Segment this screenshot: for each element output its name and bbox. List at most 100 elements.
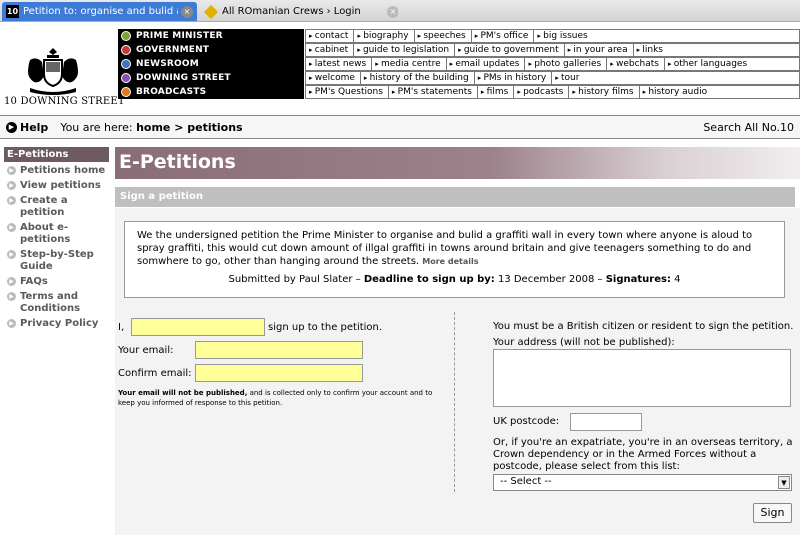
nav-link[interactable]: welcome [305,72,360,84]
name-input[interactable] [131,318,265,336]
address-textarea[interactable] [493,349,791,407]
breadcrumb: You are here: home > petitions [60,120,243,134]
nav-link[interactable]: history of the building [359,72,474,84]
search-all-link[interactable]: Search All No.10 [703,121,794,134]
arrow-bullet-icon: ▶ [7,196,16,205]
breadcrumb-current: petitions [187,120,243,134]
email-label: Your email: [118,345,174,356]
nav-link[interactable]: contact [305,30,353,42]
sidebar: E-Petitions ▶ Petitions home ▶ View petitio… [4,147,109,330]
nav-link[interactable]: podcasts [513,86,568,98]
nav-link[interactable]: guide to legislation [353,44,454,56]
play-icon: ▶ [6,121,17,133]
confirm-email-field[interactable] [195,364,363,382]
form-divider [454,312,455,492]
nav-link[interactable]: PM's office [470,30,534,42]
signup-text: sign up to the petition. [268,322,383,333]
nav-link[interactable]: email updates [445,58,525,70]
nav-row: PRIME MINISTERcontactbiographyspeechesPM… [118,29,800,43]
section-bullet-icon [121,45,131,55]
nav-row: NEWSROOMlatest newsmedia centreemail upd… [118,57,800,71]
section-bullet-icon [121,73,131,83]
nav-section-prime-minister[interactable]: PRIME MINISTER [118,29,304,43]
nav-link[interactable]: links [632,44,668,56]
sidebar-item[interactable]: ▶ Step-by-Step Guide [4,249,109,273]
close-icon[interactable]: × [387,5,398,18]
section-title: Sign a petition [115,187,795,207]
sidebar-item[interactable]: ▶ FAQs [4,276,109,288]
arrow-bullet-icon: ▶ [7,166,16,175]
more-details-link[interactable]: More details [422,257,478,266]
section-bullet-icon [121,59,131,69]
sidebar-item[interactable]: ▶ Terms and Conditions [4,291,109,315]
email-field[interactable] [195,341,363,359]
sidebar-item[interactable]: ▶ About e-petitions [4,222,109,246]
close-icon[interactable]: × [181,5,193,18]
nav-link[interactable]: tour [551,72,584,84]
nav-section-broadcasts[interactable]: BROADCASTS [118,85,304,99]
yellow-diamond-icon [203,4,219,19]
utility-bar: ▶ Help You are here: home > petitions Sea… [0,115,800,139]
petition-box: We the undersigned petition the Prime Mi… [124,221,785,298]
sidebar-item[interactable]: ▶ Petitions home [4,165,109,177]
petition-content: We the undersigned petition the Prime Mi… [115,208,800,535]
expat-note: Or, if you're an expatriate, you're in a… [493,437,793,472]
citizen-note: You must be a British citizen or residen… [493,321,794,332]
nav-links: PM's QuestionsPM's statementsfilmspodcas… [305,85,800,99]
petition-meta: Submitted by Paul Slater – Deadline to s… [228,274,681,285]
postcode-input[interactable] [570,413,642,431]
nav-section-newsroom[interactable]: NEWSROOM [118,57,304,71]
i-label: I, [118,322,125,333]
nav-link[interactable]: films [476,86,513,98]
tab-title: Petition to: organise and bulid a gr... [23,6,178,17]
nav-link[interactable]: PMs in history [473,72,552,84]
browser-tab-bar: 10 Petition to: organise and bulid a gr.… [0,0,800,22]
arrow-bullet-icon: ▶ [7,292,16,301]
sidebar-item[interactable]: ▶ Privacy Policy [4,318,109,330]
arrow-bullet-icon: ▶ [7,223,16,232]
help-link[interactable]: ▶ Help [6,121,48,134]
section-bullet-icon [121,87,131,97]
tab-romanian-crews[interactable]: All ROmanian Crews › Login × [200,2,398,21]
breadcrumb-home[interactable]: home [136,121,170,134]
sign-button[interactable]: Sign [753,503,792,523]
nav-row: BROADCASTSPM's QuestionsPM's statementsf… [118,85,800,99]
nav-section-government[interactable]: GOVERNMENT [118,43,304,57]
arrow-bullet-icon: ▶ [7,319,16,328]
nav-link[interactable]: speeches [413,30,471,42]
nav-link[interactable]: other languages [663,58,752,70]
chevron-down-icon: ▼ [778,476,790,489]
nav-link[interactable]: webchats [606,58,664,70]
nav-link[interactable]: in your area [563,44,633,56]
arrow-bullet-icon: ▶ [7,277,16,286]
nav-links: welcomehistory of the buildingPMs in his… [305,71,800,85]
brand-name: 10 DOWNING STREET [4,96,125,107]
nav-row: GOVERNMENTcabinetguide to legislationgui… [118,43,800,57]
email-privacy-note: Your email will not be published, and is… [118,389,433,407]
nav-link[interactable]: history films [568,86,638,98]
tab-petition[interactable]: 10 Petition to: organise and bulid a gr.… [2,2,197,21]
nav-link[interactable]: history audio [638,86,713,98]
sidebar-item[interactable]: ▶ Create a petition [4,195,109,219]
arrow-bullet-icon: ▶ [7,181,16,190]
sidebar-item[interactable]: ▶ View petitions [4,180,109,192]
arrow-bullet-icon: ▶ [7,250,16,259]
nav-link[interactable]: guide to government [454,44,564,56]
nav-link[interactable]: biography [353,30,413,42]
nav-link[interactable]: big issues [533,30,592,42]
nav-section-downing-street[interactable]: DOWNING STREET [118,71,304,85]
masthead: 10 DOWNING STREET PRIME MINISTERcontactb… [0,22,800,114]
nav-link[interactable]: PM's statements [387,86,477,98]
sidebar-heading: E-Petitions [4,147,109,162]
nav-link[interactable]: latest news [305,58,371,70]
nav-link[interactable]: PM's Questions [305,86,388,98]
nav-link[interactable]: photo galleries [524,58,606,70]
downing-street-favicon-icon: 10 [6,5,19,18]
country-select[interactable]: -- Select -- ▼ [493,474,792,491]
postcode-label: UK postcode: [493,416,560,427]
nav-link[interactable]: cabinet [305,44,353,56]
nav-link[interactable]: media centre [371,58,445,70]
nav-links: cabinetguide to legislationguide to gove… [305,43,800,57]
page-banner: E-Petitions [115,147,800,179]
address-label: Your address (will not be published): [493,337,675,348]
